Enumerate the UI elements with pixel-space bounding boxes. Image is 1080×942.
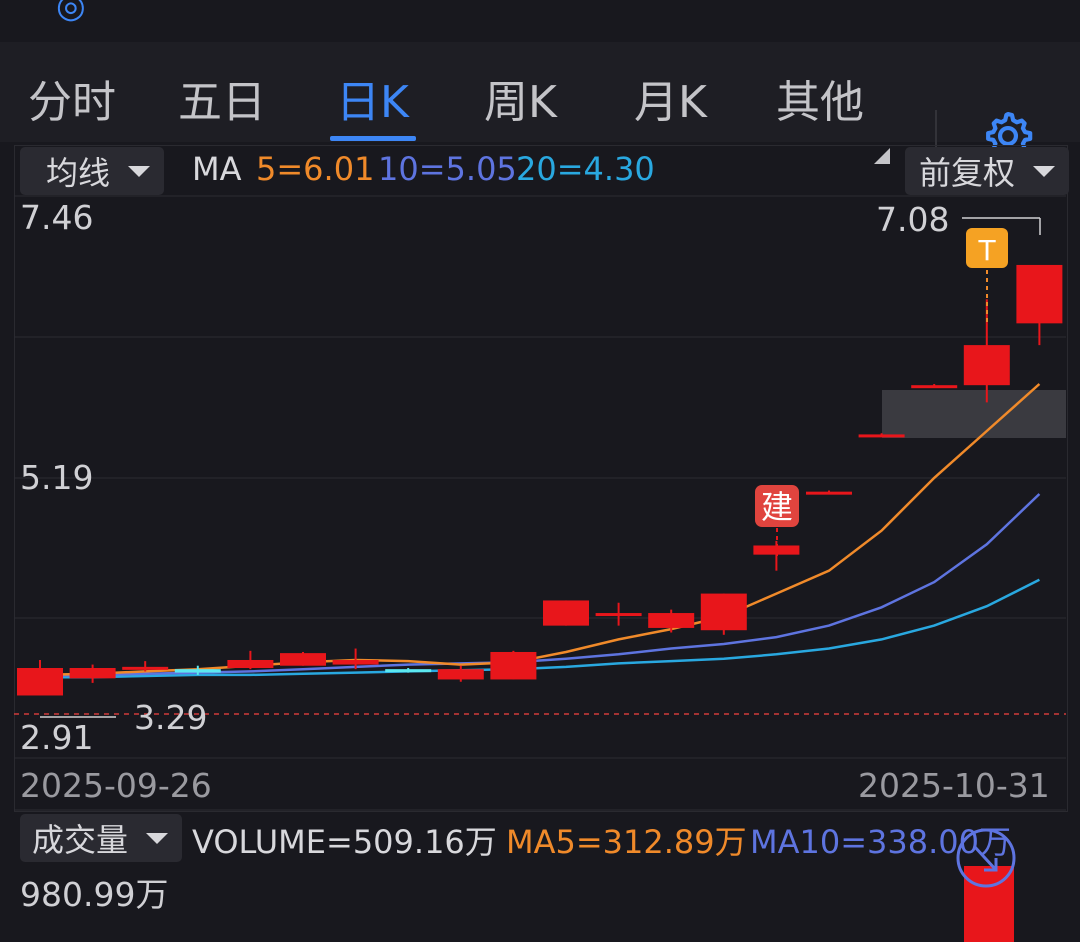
candle-body xyxy=(595,613,642,617)
candle-body xyxy=(490,651,537,680)
volume-ma10: MA10=338.00万 xyxy=(750,823,1012,861)
candle-body xyxy=(280,653,326,666)
candle-body xyxy=(911,385,958,389)
candle-body xyxy=(17,668,63,696)
candle-body xyxy=(543,600,589,626)
chevron-down-icon xyxy=(1033,165,1056,177)
candle-body xyxy=(332,659,379,665)
adjust-selector[interactable]: 前复权 xyxy=(905,147,1070,195)
ma5-value: 5=6.01 xyxy=(256,150,375,188)
max-price-label: 7.08 xyxy=(876,200,950,239)
volume-selector[interactable]: 成交量 xyxy=(20,814,183,862)
candle-body xyxy=(858,434,905,438)
ma20-value: 20=4.30 xyxy=(516,150,655,188)
t-marker-text: T xyxy=(977,234,996,267)
jian-marker-text: 建 xyxy=(761,488,793,526)
volume-max-label: 980.99万 xyxy=(20,875,169,914)
candles xyxy=(17,264,1063,696)
price-low-label: 2.91 xyxy=(20,718,94,757)
volume-ma5: MA5=312.89万 xyxy=(506,823,747,861)
end-date-label: 2025-10-31 xyxy=(858,766,1050,805)
candle-body xyxy=(437,669,484,680)
indicator-selector-label: 均线 xyxy=(46,154,111,192)
price-high-label: 7.46 xyxy=(20,198,94,237)
candle-body xyxy=(963,345,1010,386)
candle-body xyxy=(385,669,432,673)
volume-value: VOLUME=509.16万 xyxy=(192,823,497,861)
candle-body xyxy=(122,666,169,670)
ma10-value: 10=5.05 xyxy=(378,150,517,188)
ma-label: MA xyxy=(192,150,242,188)
highlight-band xyxy=(882,390,1066,438)
price-mid-label: 5.19 xyxy=(20,458,94,497)
volume-selector-label: 成交量 xyxy=(32,821,129,859)
indicator-selector[interactable]: 均线 xyxy=(20,147,165,195)
ma20-line xyxy=(40,578,1040,679)
candle-body xyxy=(700,593,747,631)
min-price-label: 3.29 xyxy=(134,698,208,737)
candle-body xyxy=(227,659,274,669)
adjust-selector-label: 前复权 xyxy=(919,154,1016,192)
candle-body xyxy=(174,669,221,673)
candle-body xyxy=(648,613,695,628)
chevron-down-icon xyxy=(128,165,151,177)
start-date-label: 2025-09-26 xyxy=(20,766,212,805)
candle-body xyxy=(69,668,116,679)
chevron-down-icon xyxy=(146,832,169,844)
candle-body xyxy=(1016,264,1063,324)
candle-body xyxy=(806,491,852,495)
